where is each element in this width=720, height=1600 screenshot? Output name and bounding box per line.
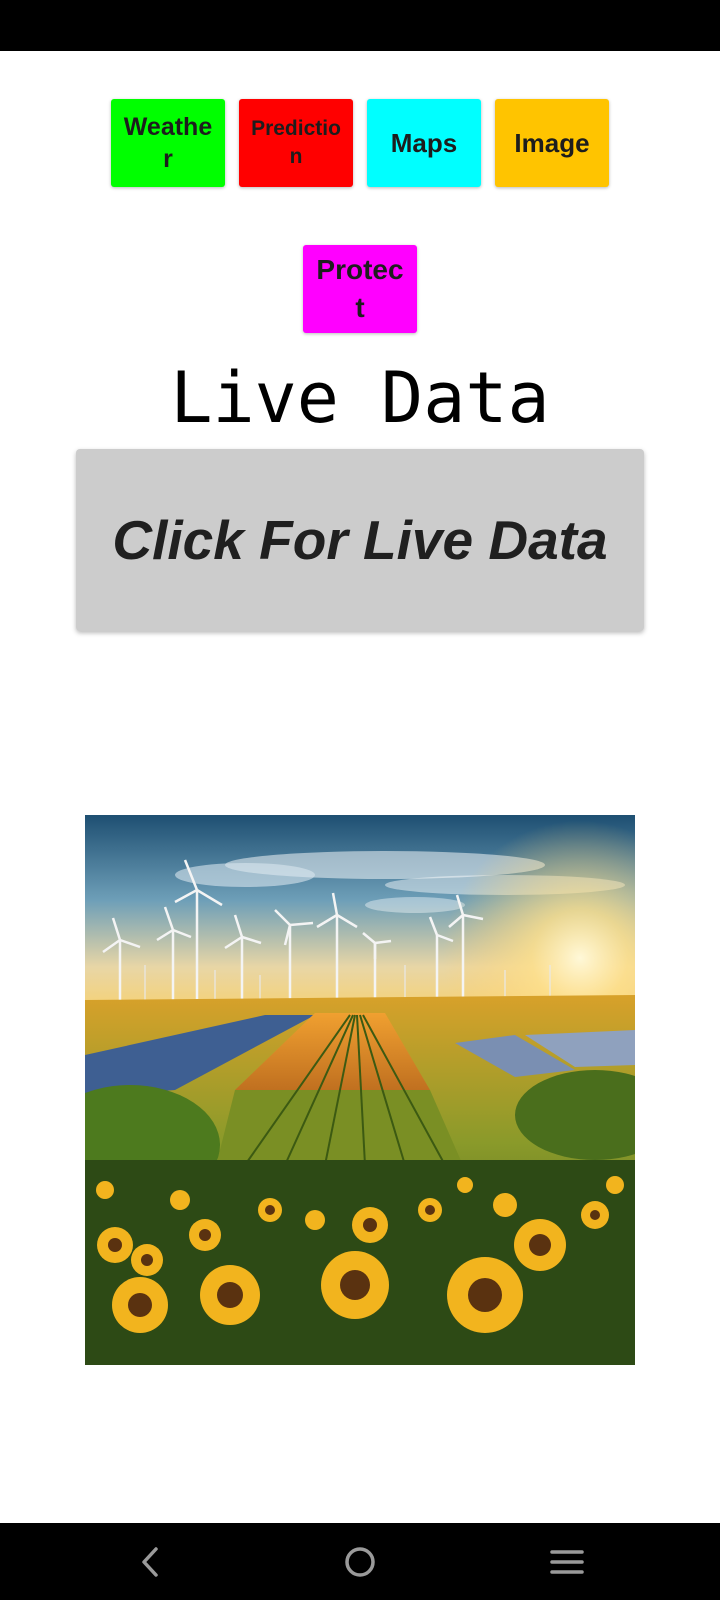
circle-home-icon	[345, 1546, 375, 1577]
protect-button[interactable]: Protect	[303, 245, 417, 333]
system-navigation-bar	[0, 1523, 720, 1600]
prediction-button[interactable]: Prediction	[239, 99, 353, 187]
hamburger-menu-icon	[550, 1549, 584, 1574]
back-button[interactable]	[111, 1523, 191, 1600]
sunflower-windfarm-image	[85, 815, 635, 1365]
status-bar	[0, 0, 720, 51]
live-data-button[interactable]: Click For Live Data	[76, 449, 644, 631]
recents-button[interactable]	[527, 1523, 607, 1600]
chevron-left-icon	[142, 1546, 158, 1577]
image-button[interactable]: Image	[495, 99, 609, 187]
home-button[interactable]	[320, 1523, 400, 1600]
page-title: Live Data	[170, 357, 550, 439]
maps-button[interactable]: Maps	[367, 99, 481, 187]
weather-button[interactable]: Weather	[111, 99, 225, 187]
